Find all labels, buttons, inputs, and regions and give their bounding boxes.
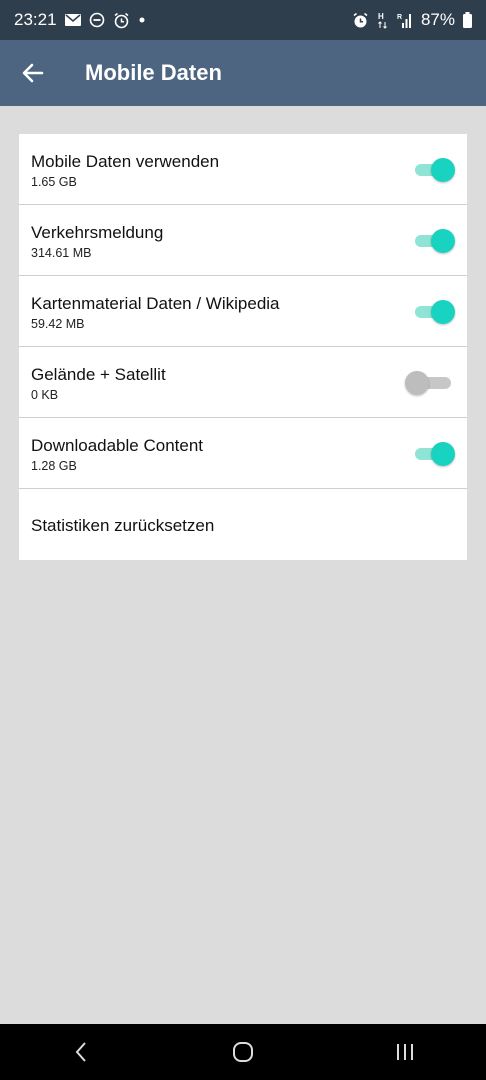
reset-statistics-label: Statistiken zurücksetzen <box>31 516 215 535</box>
battery-percent: 87% <box>420 10 455 29</box>
setting-label: Gelände + Satellit <box>31 365 166 384</box>
mobile-data-toggle[interactable] <box>415 158 455 182</box>
map-data-toggle[interactable] <box>415 300 455 324</box>
page-title: Mobile Daten <box>85 60 222 85</box>
setting-row-downloadable-content[interactable]: Downloadable Content 1.28 GB <box>19 418 467 489</box>
alarm-icon <box>113 12 130 29</box>
svg-text:R: R <box>397 14 402 21</box>
system-nav-bar <box>0 1024 486 1080</box>
terrain-satellite-toggle[interactable] <box>405 371 451 395</box>
svg-text:H: H <box>378 12 384 21</box>
status-bar: 23:21 H R 87% <box>0 0 486 40</box>
setting-value: 0 KB <box>31 388 59 402</box>
setting-row-terrain-satellite[interactable]: Gelände + Satellit 0 KB <box>19 347 467 418</box>
traffic-toggle[interactable] <box>415 229 455 253</box>
alarm-icon <box>352 12 369 29</box>
nav-home-button[interactable] <box>213 1024 273 1080</box>
setting-label: Verkehrsmeldung <box>31 223 164 242</box>
dot-icon <box>138 16 146 24</box>
setting-row-traffic[interactable]: Verkehrsmeldung 314.61 MB <box>19 205 467 276</box>
reset-statistics-button[interactable]: Statistiken zurücksetzen <box>19 489 467 560</box>
setting-row-map-wikipedia[interactable]: Kartenmaterial Daten / Wikipedia 59.42 M… <box>19 276 467 347</box>
clock: 23:21 <box>14 10 57 29</box>
battery-icon <box>463 12 472 28</box>
setting-value: 1.28 GB <box>31 459 77 473</box>
status-bar-right: H R 87% <box>352 10 472 30</box>
home-nav-icon <box>233 1042 253 1062</box>
network-h-icon: H <box>377 11 389 29</box>
do-not-disturb-icon <box>89 12 105 28</box>
setting-label: Kartenmaterial Daten / Wikipedia <box>31 294 280 313</box>
nav-recents-button[interactable] <box>375 1024 435 1080</box>
setting-value: 314.61 MB <box>31 246 92 260</box>
status-bar-left: 23:21 <box>14 10 146 30</box>
setting-row-mobile-data[interactable]: Mobile Daten verwenden 1.65 GB <box>19 134 467 205</box>
downloadable-content-toggle[interactable] <box>415 442 455 466</box>
setting-label: Mobile Daten verwenden <box>31 152 220 171</box>
setting-label: Downloadable Content <box>31 436 204 455</box>
arrow-left-icon <box>22 63 44 83</box>
recents-nav-icon <box>397 1044 413 1060</box>
setting-value: 1.65 GB <box>31 175 77 189</box>
back-button[interactable] <box>0 40 66 106</box>
settings-card: Mobile Daten verwenden 1.65 GB Verkehrsm… <box>19 134 467 560</box>
app-bar: Mobile Daten <box>0 40 486 106</box>
nav-back-button[interactable] <box>51 1024 111 1080</box>
mail-icon <box>64 14 81 26</box>
setting-value: 59.42 MB <box>31 317 85 331</box>
back-nav-icon <box>75 1042 86 1062</box>
signal-icon: R <box>397 12 413 28</box>
